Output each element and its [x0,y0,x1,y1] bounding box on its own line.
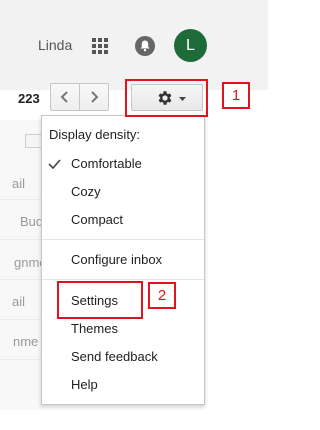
density-option-label: Compact [71,212,124,227]
step-label-1: 1 [222,82,250,109]
density-option-label: Cozy [71,184,101,199]
menu-divider [42,279,204,280]
configure-inbox-label: Configure inbox [71,252,163,267]
send-feedback-label: Send feedback [71,349,158,364]
list-snippet: gnme [14,255,44,270]
themes-item[interactable]: Themes [42,315,204,343]
density-compact-item[interactable]: Compact [42,206,204,234]
density-cozy-item[interactable]: Cozy [42,178,204,206]
density-comfortable-item[interactable]: Comfortable [42,150,204,178]
highlight-settings-box [57,281,143,319]
notifications-bell-icon[interactable] [135,36,155,56]
help-label: Help [71,377,98,392]
list-snippet: nme [13,334,39,349]
display-density-heading: Display density: [49,127,141,142]
menu-divider [42,239,204,240]
newer-button[interactable] [79,83,109,111]
step-label-2: 2 [148,282,176,309]
avatar[interactable]: L [174,29,207,62]
older-button[interactable] [50,83,80,111]
list-snippet: ail [12,294,26,309]
list-snippet: ail [12,176,26,191]
configure-inbox-item[interactable]: Configure inbox [42,246,204,274]
send-feedback-item[interactable]: Send feedback [42,343,204,371]
density-option-label: Comfortable [71,156,142,171]
page-range-text: 223 [18,91,40,106]
highlight-gear-box [125,79,208,117]
settings-menu: Display density: Comfortable Cozy Compac… [41,115,205,405]
user-name[interactable]: Linda [38,37,72,53]
apps-grid-icon[interactable] [92,38,108,54]
chevron-left-icon [60,91,68,103]
themes-label: Themes [71,321,118,336]
chevron-right-icon [91,91,99,103]
help-item[interactable]: Help [42,371,204,399]
check-icon [48,159,61,169]
